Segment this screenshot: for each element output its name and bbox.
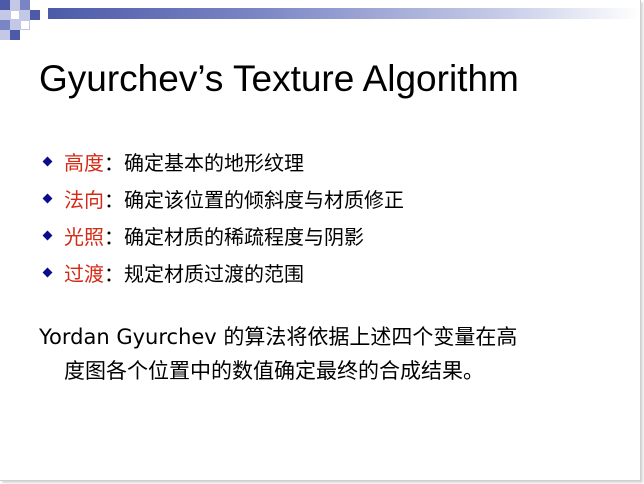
bullet-term: 光照 — [64, 225, 104, 249]
bullet-separator: ： — [104, 262, 124, 286]
bullet-separator: ： — [104, 151, 124, 175]
diamond-bullet-icon — [42, 156, 53, 167]
bullet-list: 高度：确定基本的地形纹理 法向：确定该位置的倾斜度与材质修正 光照：确定材质的稀… — [41, 143, 404, 291]
bullet-description: 确定材质的稀疏程度与阴影 — [124, 225, 364, 249]
summary-line-2: 度图各个位置中的数值确定最终的合成结果。 — [64, 359, 484, 383]
bullet-separator: ： — [104, 188, 124, 212]
bullet-item-normal: 法向：确定该位置的倾斜度与材质修正 — [41, 180, 404, 217]
bullet-item-lighting: 光照：确定材质的稀疏程度与阴影 — [41, 217, 404, 254]
summary-line-1: Yordan Gyurchev 的算法将依据上述四个变量在高 — [39, 325, 518, 349]
bullet-item-height: 高度：确定基本的地形纹理 — [41, 143, 404, 180]
diamond-bullet-icon — [42, 230, 53, 241]
bullet-description: 确定该位置的倾斜度与材质修正 — [124, 188, 404, 212]
header-checker-decoration — [0, 0, 48, 42]
summary-paragraph: Yordan Gyurchev 的算法将依据上述四个变量在高 度图各个位置中的数… — [39, 320, 619, 388]
header-gradient-bar — [48, 8, 640, 19]
bullet-separator: ： — [104, 225, 124, 249]
slide: Gyurchev’s Texture Algorithm 高度：确定基本的地形纹… — [0, 0, 641, 481]
bullet-term: 高度 — [64, 151, 104, 175]
diamond-bullet-icon — [42, 267, 53, 278]
diamond-bullet-icon — [42, 193, 53, 204]
bullet-description: 确定基本的地形纹理 — [124, 151, 304, 175]
slide-title: Gyurchev’s Texture Algorithm — [39, 58, 519, 99]
bullet-description: 规定材质过渡的范围 — [124, 262, 304, 286]
bullet-term: 过渡 — [64, 262, 104, 286]
bullet-term: 法向 — [64, 188, 104, 212]
bullet-item-transition: 过渡：规定材质过渡的范围 — [41, 254, 404, 291]
